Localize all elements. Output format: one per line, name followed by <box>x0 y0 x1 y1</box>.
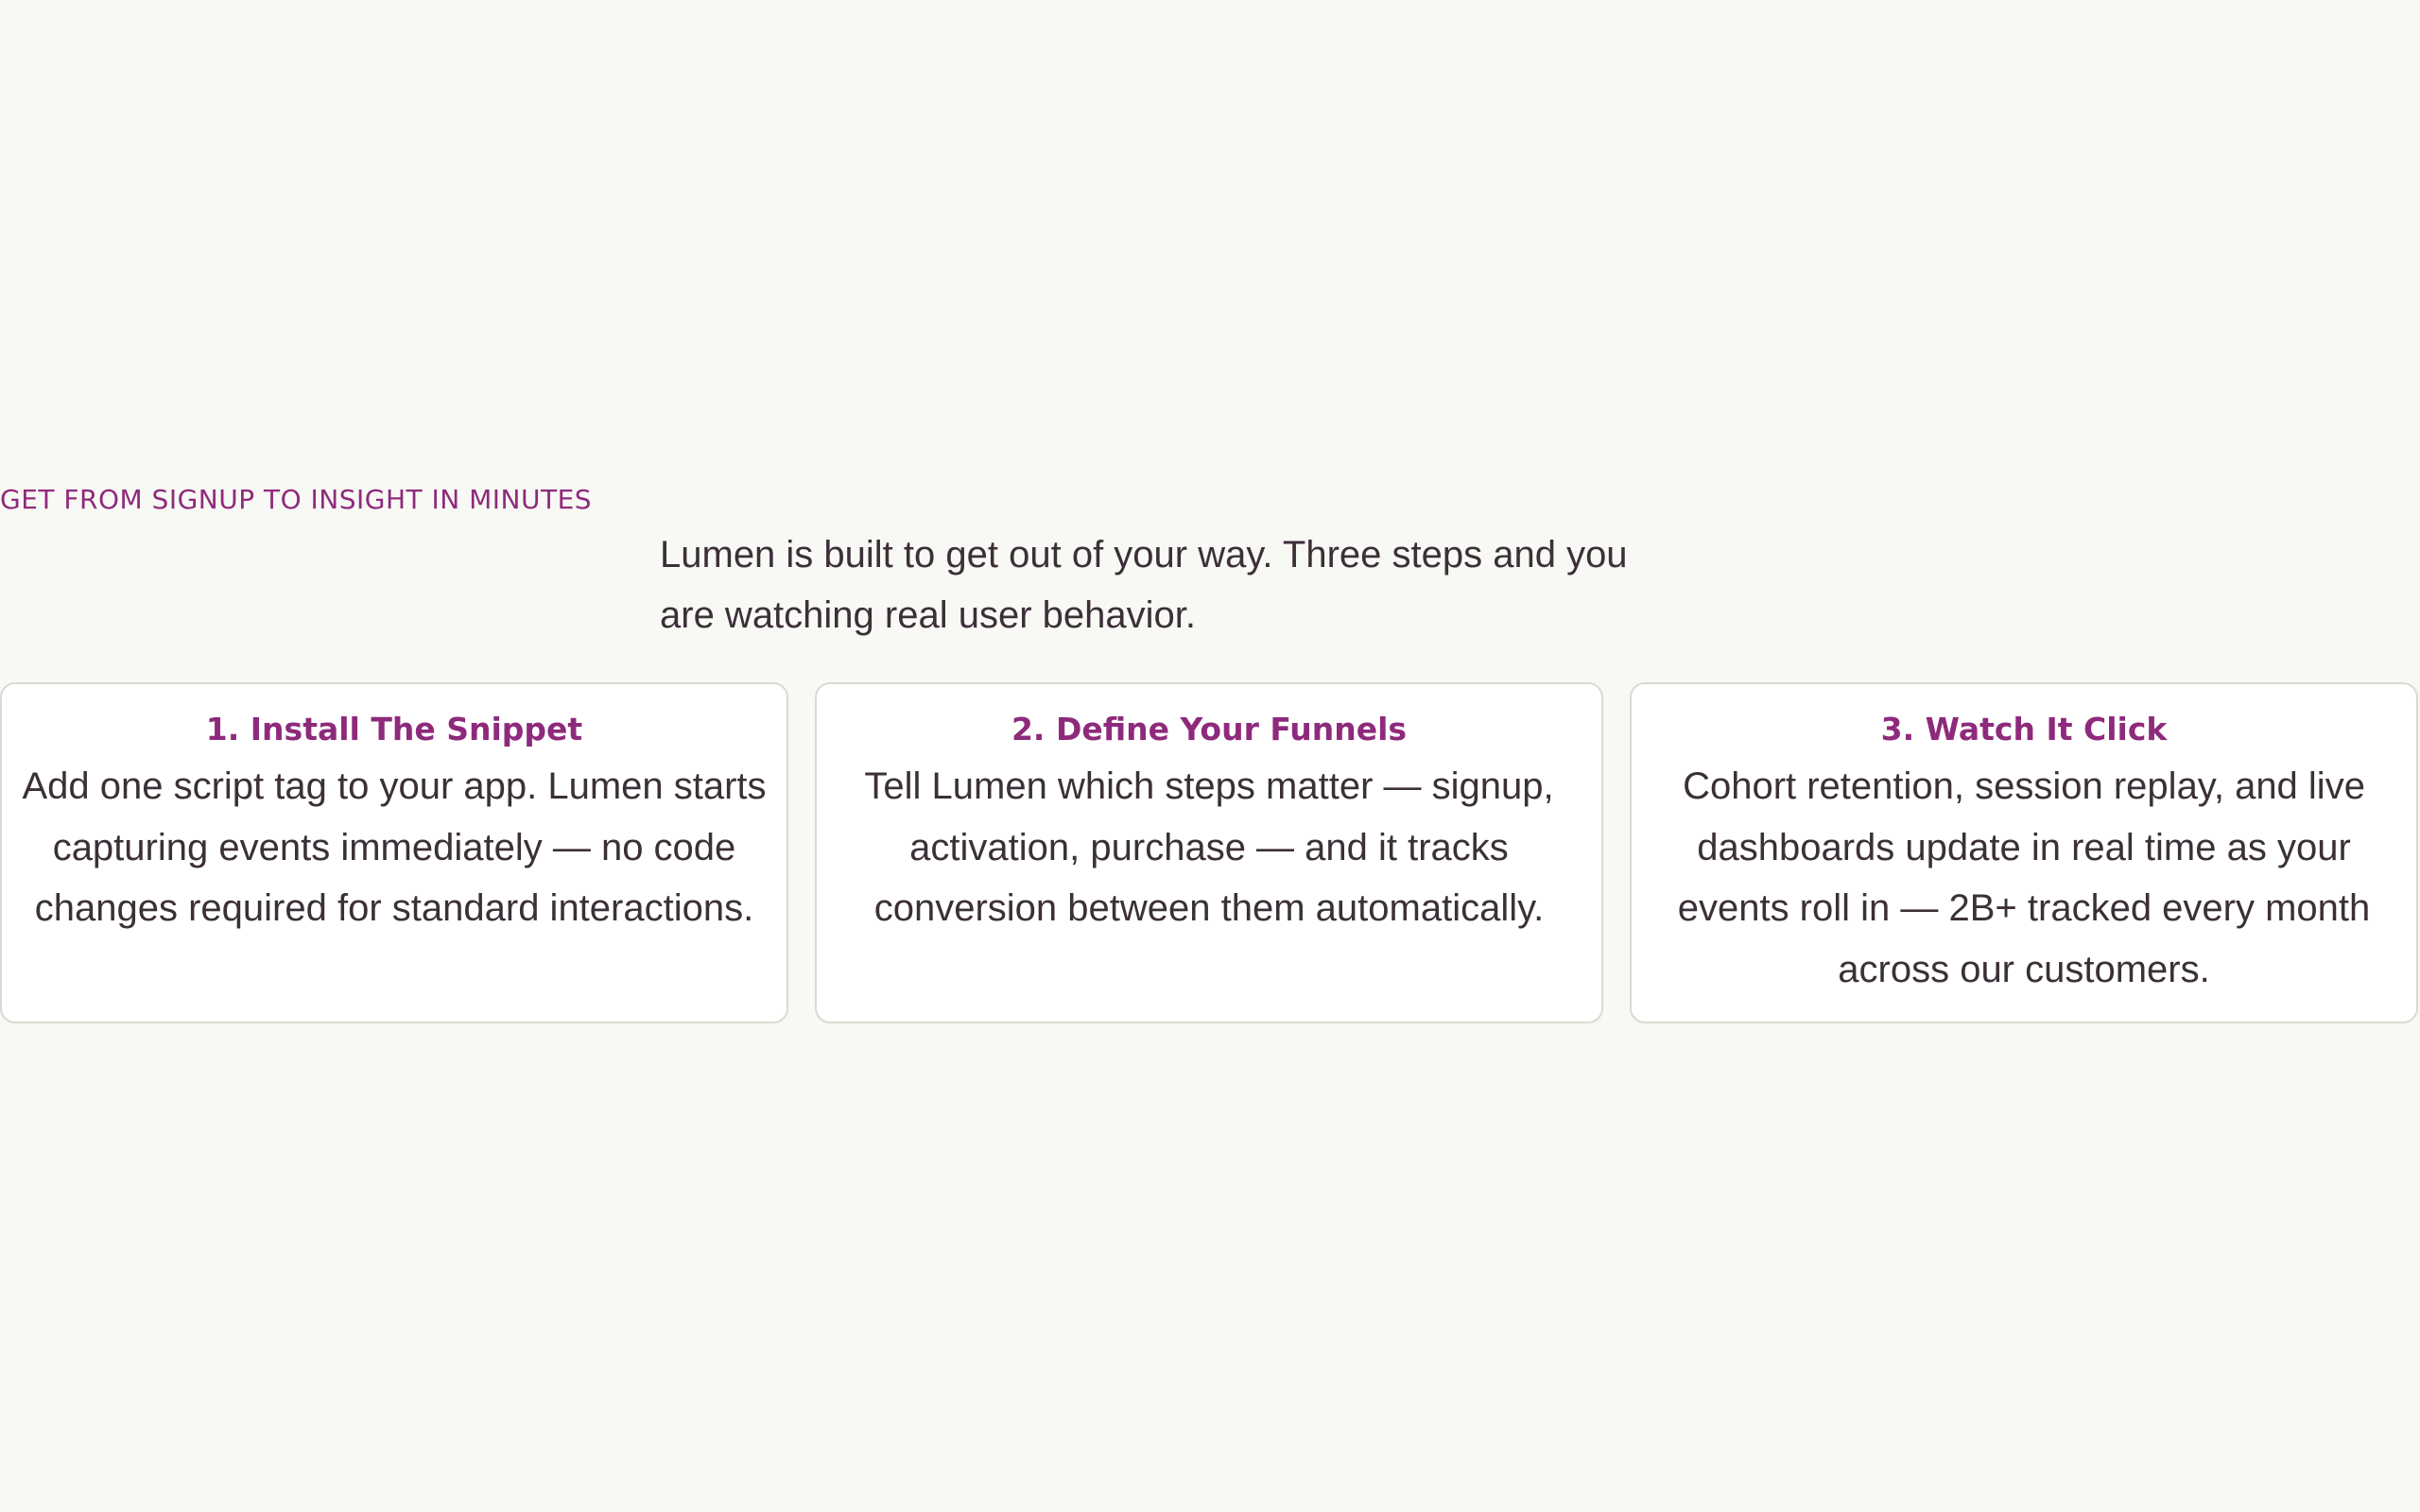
section-eyebrow: GET FROM SIGNUP TO INSIGHT IN MINUTES <box>0 484 593 515</box>
step-card-description: Add one script tag to your app. Lumen st… <box>22 765 767 929</box>
step-card-description: Cohort retention, session replay, and li… <box>1677 765 2371 990</box>
step-card-watch: 3. Watch It Click Cohort retention, sess… <box>1630 682 2418 1023</box>
step-card-title: 2. Define Your Funnels <box>1011 711 1408 747</box>
step-card-title: 1. Install The Snippet <box>205 711 583 747</box>
step-card-funnels: 2. Define Your Funnels Tell Lumen which … <box>815 682 1603 1023</box>
section-lead: Lumen is built to get out of your way. T… <box>660 534 1628 636</box>
step-card-install: 1. Install The Snippet Add one script ta… <box>0 682 788 1023</box>
step-card-title: 3. Watch It Click <box>1880 711 2168 747</box>
steps-grid: 1. Install The Snippet Add one script ta… <box>0 682 2420 1025</box>
step-card-description: Tell Lumen which steps matter — signup, … <box>864 765 1554 929</box>
how-it-works-section: GET FROM SIGNUP TO INSIGHT IN MINUTES Lu… <box>0 0 2420 1512</box>
